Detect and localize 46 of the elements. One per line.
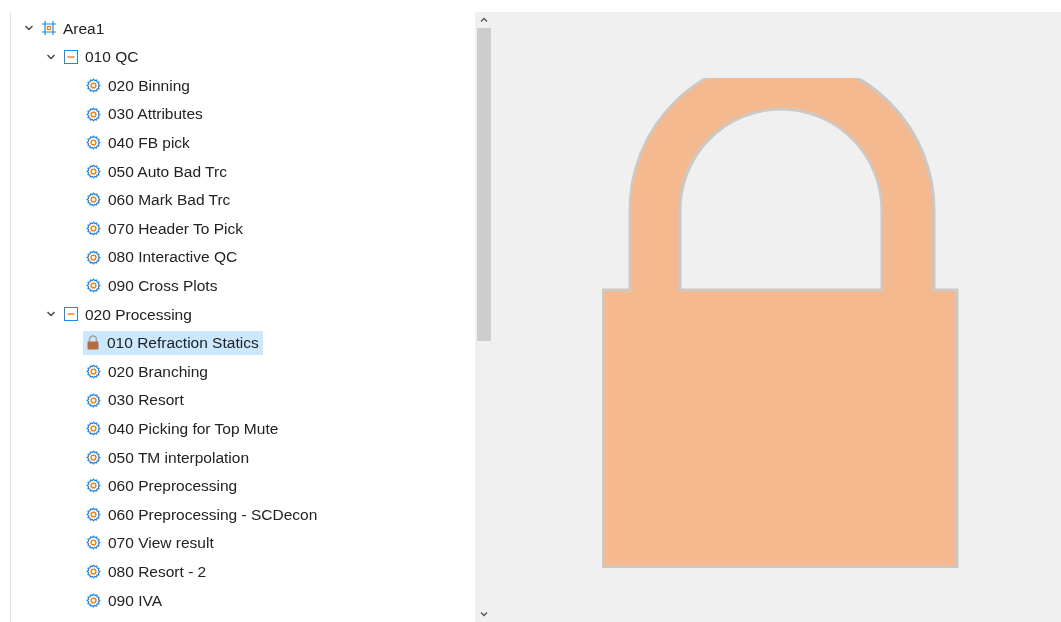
gear-icon <box>86 363 101 379</box>
tree-item[interactable]: 080 Resort - 2 <box>83 559 211 584</box>
tree-item[interactable]: 020 Binning <box>83 73 194 98</box>
tree-item[interactable]: 050 TM interpolation <box>83 445 254 470</box>
frame-icon <box>42 21 56 36</box>
scrollbar-thumb[interactable] <box>477 28 491 341</box>
gear-icon <box>86 506 101 522</box>
padlock-icon <box>86 335 100 351</box>
tree-item[interactable]: 070 View result <box>83 531 218 555</box>
tree-item[interactable]: 030 Attributes <box>83 102 207 127</box>
gear-icon <box>86 392 101 408</box>
gear-icon <box>86 106 101 122</box>
tree-item[interactable]: 090 Cross Plots <box>83 273 222 298</box>
gear-icon <box>86 78 101 93</box>
gear-icon <box>86 592 101 608</box>
gear-icon <box>86 535 101 551</box>
tree-item[interactable]: 010 QC <box>61 44 143 69</box>
gear-icon <box>86 163 101 179</box>
tree-item[interactable]: 010 Refraction Statics <box>83 330 263 355</box>
gear-icon <box>86 478 101 494</box>
collapse-box-icon <box>64 307 78 322</box>
tree-item[interactable]: 060 Preprocessing - SCDecon <box>83 502 322 527</box>
tree-item[interactable]: 020 Processing <box>61 302 196 327</box>
gear-icon <box>86 449 101 465</box>
tree-item[interactable]: 040 FB pick <box>83 130 194 155</box>
gear-icon <box>86 220 101 236</box>
tree-item[interactable]: 020 Branching <box>83 359 212 384</box>
scroll-up-icon[interactable] <box>479 15 489 25</box>
tree-item[interactable]: 080 Interactive QC <box>83 245 242 270</box>
scrollbar[interactable] <box>475 12 493 622</box>
tree-item[interactable]: 090 IVA <box>83 588 166 613</box>
gear-icon <box>86 249 101 265</box>
tree-item[interactable]: 060 Mark Bad Trc <box>83 187 235 212</box>
tree-item[interactable]: 030 Resort <box>83 388 188 412</box>
scroll-down-icon[interactable] <box>479 609 489 619</box>
gear-icon <box>86 278 101 294</box>
gear-icon <box>86 421 101 437</box>
gear-icon <box>86 135 101 151</box>
tree-item[interactable]: 060 Preprocessing <box>83 473 242 498</box>
gear-icon <box>86 564 101 580</box>
tree-item[interactable]: Area1 <box>39 16 109 41</box>
tree-item[interactable]: 050 Auto Bad Trc <box>83 159 231 184</box>
collapse-box-icon <box>64 49 78 64</box>
tree-item[interactable]: 040 Picking for Top Mute <box>83 416 283 441</box>
tree-item[interactable]: 070 Header To Pick <box>83 216 247 241</box>
gear-icon <box>86 192 101 208</box>
